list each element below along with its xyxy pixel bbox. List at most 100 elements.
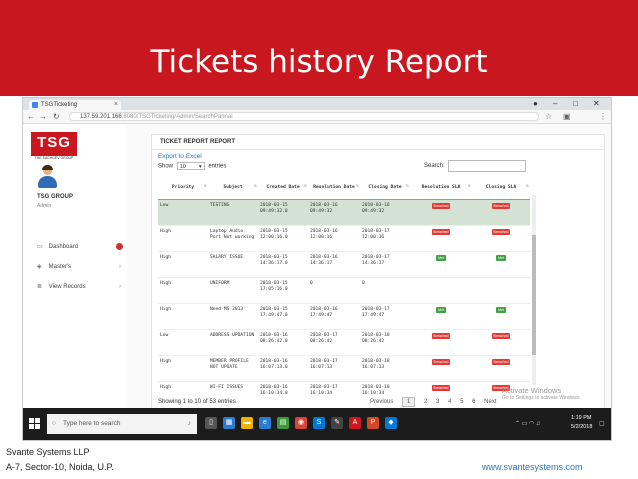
maximize-icon[interactable]: □ — [573, 98, 578, 110]
entries-length-control: Show 10 ▾ entries — [158, 162, 226, 170]
report-card: TICKET REPORT REPORT Export to Excel Sho… — [151, 134, 605, 410]
sidebar-item-label: Dashboard — [48, 244, 79, 250]
pagination-page[interactable]: 6 — [472, 399, 475, 405]
browser-tab-bar: TSGTicketing × ● – □ ✕ — [23, 98, 611, 110]
table-cell-resolution: 2018-03-17 08:26:42 — [308, 329, 360, 356]
main-content: TICKET REPORT REPORT Export to Excel Sho… — [127, 124, 611, 410]
extension-icon[interactable]: ▣ — [563, 111, 571, 122]
app-icon[interactable]: ✎ — [331, 417, 343, 429]
table-cell-created: 2018-03-15 09:49:32.0 — [258, 199, 308, 226]
table-row[interactable]: Low ADDRESS UPDATION 2018-03-16 08:26:42.0… — [158, 329, 530, 356]
table-row[interactable]: High Laptop Audio Port Not working 2018-03… — [158, 225, 530, 252]
column-header[interactable]: Priority ⇅ — [158, 175, 208, 200]
table-cell-created: 2018-03-16 16:07:13.0 — [258, 355, 308, 382]
sidebar-item-masters[interactable]: ◈ Master's › — [37, 262, 123, 272]
sla-status-badge: Breached — [431, 333, 451, 339]
entries-select[interactable]: 10 ▾ — [176, 162, 205, 170]
column-header[interactable]: Closing Date ⇅ — [360, 175, 410, 200]
reload-icon[interactable]: ↻ — [53, 111, 60, 122]
company-name: Svante Systems LLP — [6, 447, 90, 457]
pagination-page[interactable]: 3 — [436, 399, 439, 405]
company-website[interactable]: www.svantesystems.com — [482, 462, 583, 472]
taskbar-time[interactable]: 1:19 PM — [571, 415, 591, 421]
table-cell-closing: 2018-03-17 14:36:17 — [360, 251, 410, 278]
edge-icon[interactable]: e — [259, 417, 271, 429]
tab-close-icon[interactable]: × — [114, 100, 118, 110]
sla-status-badge: Breached — [491, 229, 511, 235]
taskbar-date[interactable]: 5/2/2018 — [571, 424, 592, 430]
table-cell-priority: High — [158, 303, 208, 330]
file-explorer-icon[interactable]: ▬ — [241, 417, 253, 429]
powerpoint-icon[interactable]: P — [367, 417, 379, 429]
column-header[interactable]: Created Date ⇅ — [258, 175, 308, 200]
windows-start-icon[interactable] — [29, 418, 41, 430]
bookmark-star-icon[interactable]: ☆ — [545, 111, 552, 122]
table-cell-close-sla: Breached — [472, 199, 530, 226]
taskbar-search-placeholder: Type here to search — [63, 420, 121, 427]
table-cell-res-sla: Met — [410, 303, 472, 330]
tickets-table: Priority ⇅ Subject ⇅ Created Date ⇅ Resolut… — [158, 175, 530, 407]
chevron-down-icon: ▾ — [198, 164, 202, 170]
app-icon[interactable]: ◆ — [385, 417, 397, 429]
pagination-previous[interactable]: Previous — [370, 399, 393, 405]
microphone-icon[interactable]: ♪ — [188, 414, 191, 434]
table-cell-priority: Low — [158, 199, 208, 226]
column-header[interactable]: Resolution SLA ⇅ — [410, 175, 472, 200]
company-address: A-7, Sector-10, Noida, U.P. — [6, 462, 114, 472]
search-input[interactable] — [448, 160, 526, 172]
pagination-page[interactable]: 5 — [460, 399, 463, 405]
table-row[interactable]: High Need MS 2013 2018-03-15 17:49:47.0 201… — [158, 303, 530, 330]
table-cell-subject: SALARY ISSUE — [208, 251, 258, 278]
back-icon[interactable]: ← — [27, 111, 35, 122]
task-view-icon[interactable]: ▯ — [205, 417, 217, 429]
tsg-logo: TSG — [31, 132, 77, 156]
pagination-page[interactable]: 4 — [448, 399, 451, 405]
table-scroll-thumb[interactable] — [532, 235, 536, 355]
chrome-icon[interactable]: ◉ — [295, 417, 307, 429]
table-cell-created: 2018-03-15 17:49:47.0 — [258, 303, 308, 330]
forward-icon[interactable]: → — [39, 111, 47, 122]
table-cell-priority: Low — [158, 329, 208, 356]
sla-status-badge: Met — [436, 255, 446, 261]
sla-status-badge: Breached — [431, 385, 451, 391]
sla-status-badge: Breached — [491, 333, 511, 339]
pagination-next[interactable]: Next — [484, 399, 496, 405]
browser-tab[interactable]: TSGTicketing × — [29, 100, 121, 110]
slide-title: Tickets history Report — [150, 44, 488, 80]
table-row[interactable]: High SALARY ISSUE 2018-03-15 14:36:17.0 201… — [158, 251, 530, 278]
table-cell-created: 2018-03-15 14:36:17.0 — [258, 251, 308, 278]
table-row[interactable]: High MEMBER PROFILE NOT UPDATE 2018-03-16 … — [158, 355, 530, 382]
url-host: 137.59.201.166 — [80, 114, 122, 120]
tray-icons[interactable]: ⌃ ▭ ◠ ♫ — [515, 420, 540, 427]
sidebar-item-view-records[interactable]: ≣ View Records › — [37, 282, 123, 292]
account-icon[interactable]: ● — [533, 98, 538, 110]
minimize-icon[interactable]: – — [553, 98, 557, 110]
notifications-icon[interactable]: ▢ — [599, 420, 605, 427]
sidebar-item-dashboard[interactable]: ▭ Dashboard — [37, 242, 123, 252]
browser-menu-icon[interactable]: ⋮ — [599, 111, 607, 122]
table-cell-priority: High — [158, 225, 208, 252]
table-cell-closing: 2018-03-16 09:49:32 — [360, 199, 410, 226]
pdf-icon[interactable]: A — [349, 417, 361, 429]
pagination-page[interactable]: 1 — [402, 397, 416, 407]
sla-status-badge: Breached — [431, 203, 451, 209]
export-excel-link[interactable]: Export to Excel — [158, 153, 202, 160]
logo-subtitle: THE SACHDEV GROUP — [34, 156, 74, 160]
window-close-icon[interactable]: ✕ — [593, 98, 600, 110]
table-cell-resolution: 2018-03-17 16:07:13 — [308, 355, 360, 382]
table-row[interactable]: High UNIFORM 2018-03-15 17:05:16.0 0 0 — [158, 277, 530, 304]
column-header[interactable]: Resolution Date ⇅ — [308, 175, 360, 200]
url-field[interactable]: 137.59.201.166:8080/TSGTicketing/Admin/S… — [69, 112, 539, 121]
app-icon[interactable]: ▤ — [277, 417, 289, 429]
skype-icon[interactable]: S — [313, 417, 325, 429]
column-header[interactable]: Closing SLA ⇅ — [472, 175, 530, 200]
sla-status-badge: Met — [496, 307, 506, 313]
table-row[interactable]: Low TESTING 2018-03-15 09:49:32.0 2018-03-1… — [158, 199, 530, 226]
table-cell-priority: High — [158, 277, 208, 304]
column-header[interactable]: Subject ⇅ — [208, 175, 258, 200]
store-icon[interactable]: ▦ — [223, 417, 235, 429]
url-path: :8080/TSGTicketing/Admin/SearchPannal — [121, 114, 233, 120]
pagination-page[interactable]: 2 — [424, 399, 427, 405]
chevron-right-icon: › — [119, 264, 121, 270]
taskbar-search-box[interactable]: ○ Type here to search ♪ — [47, 414, 197, 434]
